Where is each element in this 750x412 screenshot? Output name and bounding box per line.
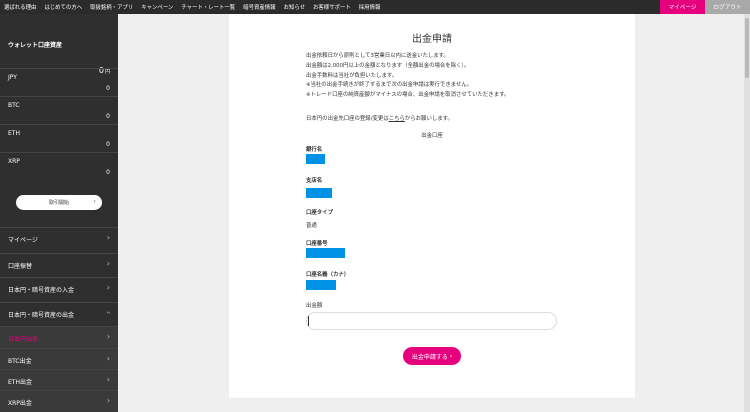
balance-amount: 0 xyxy=(106,141,110,148)
submit-withdrawal-button[interactable]: 出金申請する › xyxy=(403,347,461,365)
balance-amount: 0 xyxy=(106,169,110,176)
branch-name-redacted xyxy=(306,188,332,198)
amount-label: 出金額 xyxy=(306,303,323,309)
note-line: 出金額は2,000円以上の金額となります（全額出金の場合を除く）。 xyxy=(306,62,470,69)
scrollbar-thumb[interactable] xyxy=(745,18,749,78)
balance-row-jpy: JPY 0 xyxy=(0,68,118,96)
bank-name-redacted xyxy=(306,154,325,164)
mypage-button[interactable]: マイページ xyxy=(660,0,705,14)
nav-link-careers[interactable]: 採用情報 xyxy=(359,3,381,11)
sidebar-item-btc-withdraw[interactable]: BTC出金 › xyxy=(0,348,118,370)
sidebar-item-jpy-withdraw[interactable]: 日本円出金 › xyxy=(0,326,118,348)
nav-link-products[interactable]: 取扱銘柄・アプリ xyxy=(90,3,133,11)
withdrawal-notes: 出金依頼日から原則として3営業日以内に送金いたします。 出金額は2,000円以上… xyxy=(306,52,509,101)
account-holder-redacted xyxy=(306,280,336,290)
bank-name-label: 銀行名 xyxy=(306,147,323,153)
nav-link-campaign[interactable]: キャンペーン xyxy=(141,3,173,11)
account-holder-label: 口座名義（カナ） xyxy=(306,272,350,278)
balance-amount: 0 xyxy=(106,113,110,120)
sidebar: ウォレット口座資産 0円 JPY 0 BTC 0 ETH 0 XRP 0 取引開… xyxy=(0,14,118,412)
nav-link-beginners[interactable]: はじめての方へ xyxy=(44,3,82,11)
nav-links: 選ばれる理由 はじめての方へ 取扱銘柄・アプリ キャンペーン チャート・レート一… xyxy=(4,0,388,14)
top-nav: 選ばれる理由 はじめての方へ 取扱銘柄・アプリ キャンペーン チャート・レート一… xyxy=(0,0,750,14)
page-title: 出金申請 xyxy=(412,34,452,45)
account-number-redacted xyxy=(306,248,345,258)
sidebar-item-label: 日本円・暗号資産の入金 xyxy=(8,287,75,294)
page-scrollbar[interactable] xyxy=(744,14,750,412)
sidebar-item-label: BTC出金 xyxy=(8,358,32,365)
balance-row-xrp: XRP 0 xyxy=(0,152,118,180)
registration-link[interactable]: こちら xyxy=(389,116,405,122)
chevron-right-icon: › xyxy=(106,332,110,341)
balance-amount: 0 xyxy=(106,85,110,92)
sidebar-item-label: 口座振替 xyxy=(8,263,33,270)
chevron-right-icon: › xyxy=(106,233,110,242)
start-trading-label: 取引開始 xyxy=(48,200,69,206)
sidebar-item-label: 日本円・暗号資産の出金 xyxy=(8,312,75,319)
sidebar-item-xrp-withdraw[interactable]: XRP出金 › xyxy=(0,390,118,412)
start-trading-button[interactable]: 取引開始 › xyxy=(16,195,102,210)
registration-note-text: 日本円の出金先口座の登録/変更は xyxy=(306,116,389,122)
sidebar-item-label: XRP出金 xyxy=(8,400,32,407)
nav-link-crypto-info[interactable]: 暗号資産情報 xyxy=(243,3,275,11)
logout-button[interactable]: ログアウト xyxy=(705,0,750,14)
sidebar-item-deposit[interactable]: 日本円・暗号資産の入金 › xyxy=(0,277,118,299)
account-type-value: 普通 xyxy=(306,223,317,229)
sidebar-item-label: 日本円出金 xyxy=(8,336,39,343)
sidebar-item-eth-withdraw[interactable]: ETH出金 › xyxy=(0,369,118,391)
balance-currency: JPY xyxy=(8,74,17,81)
chevron-right-icon: › xyxy=(106,375,110,384)
chevron-right-icon: › xyxy=(449,352,453,360)
nav-link-news[interactable]: お知らせ xyxy=(284,3,305,11)
sidebar-item-mypage[interactable]: マイページ › xyxy=(0,227,118,249)
sidebar-item-withdraw[interactable]: 日本円・暗号資産の出金 ‹ xyxy=(0,302,118,324)
chevron-right-icon: › xyxy=(106,283,110,292)
chevron-up-icon: ‹ xyxy=(103,310,113,315)
balance-currency: XRP xyxy=(8,158,20,165)
account-type-label: 口座タイプ xyxy=(306,210,333,216)
nav-link-support[interactable]: お客様サポート xyxy=(313,3,351,11)
sidebar-item-label: マイページ xyxy=(8,237,38,244)
chevron-right-icon: › xyxy=(106,354,110,363)
account-number-label: 口座番号 xyxy=(306,241,328,247)
chevron-right-icon: › xyxy=(106,259,110,268)
account-heading: 出金口座 xyxy=(421,133,443,139)
chevron-right-icon: › xyxy=(93,198,96,205)
sidebar-item-label: ETH出金 xyxy=(8,379,32,386)
amount-input[interactable] xyxy=(306,312,557,330)
note-line: ※トレード口座の純資産額がマイナスの場合、出金申請を取消させていただきます。 xyxy=(306,92,510,99)
balance-currency: ETH xyxy=(8,130,20,137)
sidebar-item-transfer[interactable]: 口座振替 › xyxy=(0,253,118,275)
note-line: ※当社の出金手続きが終了するまで次の出金申請は実行できません。 xyxy=(306,82,473,89)
balance-row-eth: ETH 0 xyxy=(0,124,118,152)
note-line: 出金手数料は当社が負担いたします。 xyxy=(306,72,398,79)
chevron-right-icon: › xyxy=(106,396,110,405)
branch-name-label: 支店名 xyxy=(306,178,323,184)
submit-label: 出金申請する xyxy=(411,353,448,361)
registration-note-text-end: からお願いします。 xyxy=(404,116,453,122)
nav-link-reasons[interactable]: 選ばれる理由 xyxy=(4,3,36,11)
registration-note: 日本円の出金先口座の登録/変更はこちらからお願いします。 xyxy=(306,114,453,122)
nav-link-charts[interactable]: チャート・レート一覧 xyxy=(181,3,235,11)
withdrawal-panel: 出金申請 出金依頼日から原則として3営業日以内に送金いたします。 出金額は2,0… xyxy=(229,14,635,398)
balance-currency: BTC xyxy=(8,102,20,109)
text-caret xyxy=(308,316,309,326)
wallet-title: ウォレット口座資産 xyxy=(8,42,63,49)
balance-row-btc: BTC 0 xyxy=(0,96,118,124)
note-line: 出金依頼日から原則として3営業日以内に送金いたします。 xyxy=(306,53,449,59)
